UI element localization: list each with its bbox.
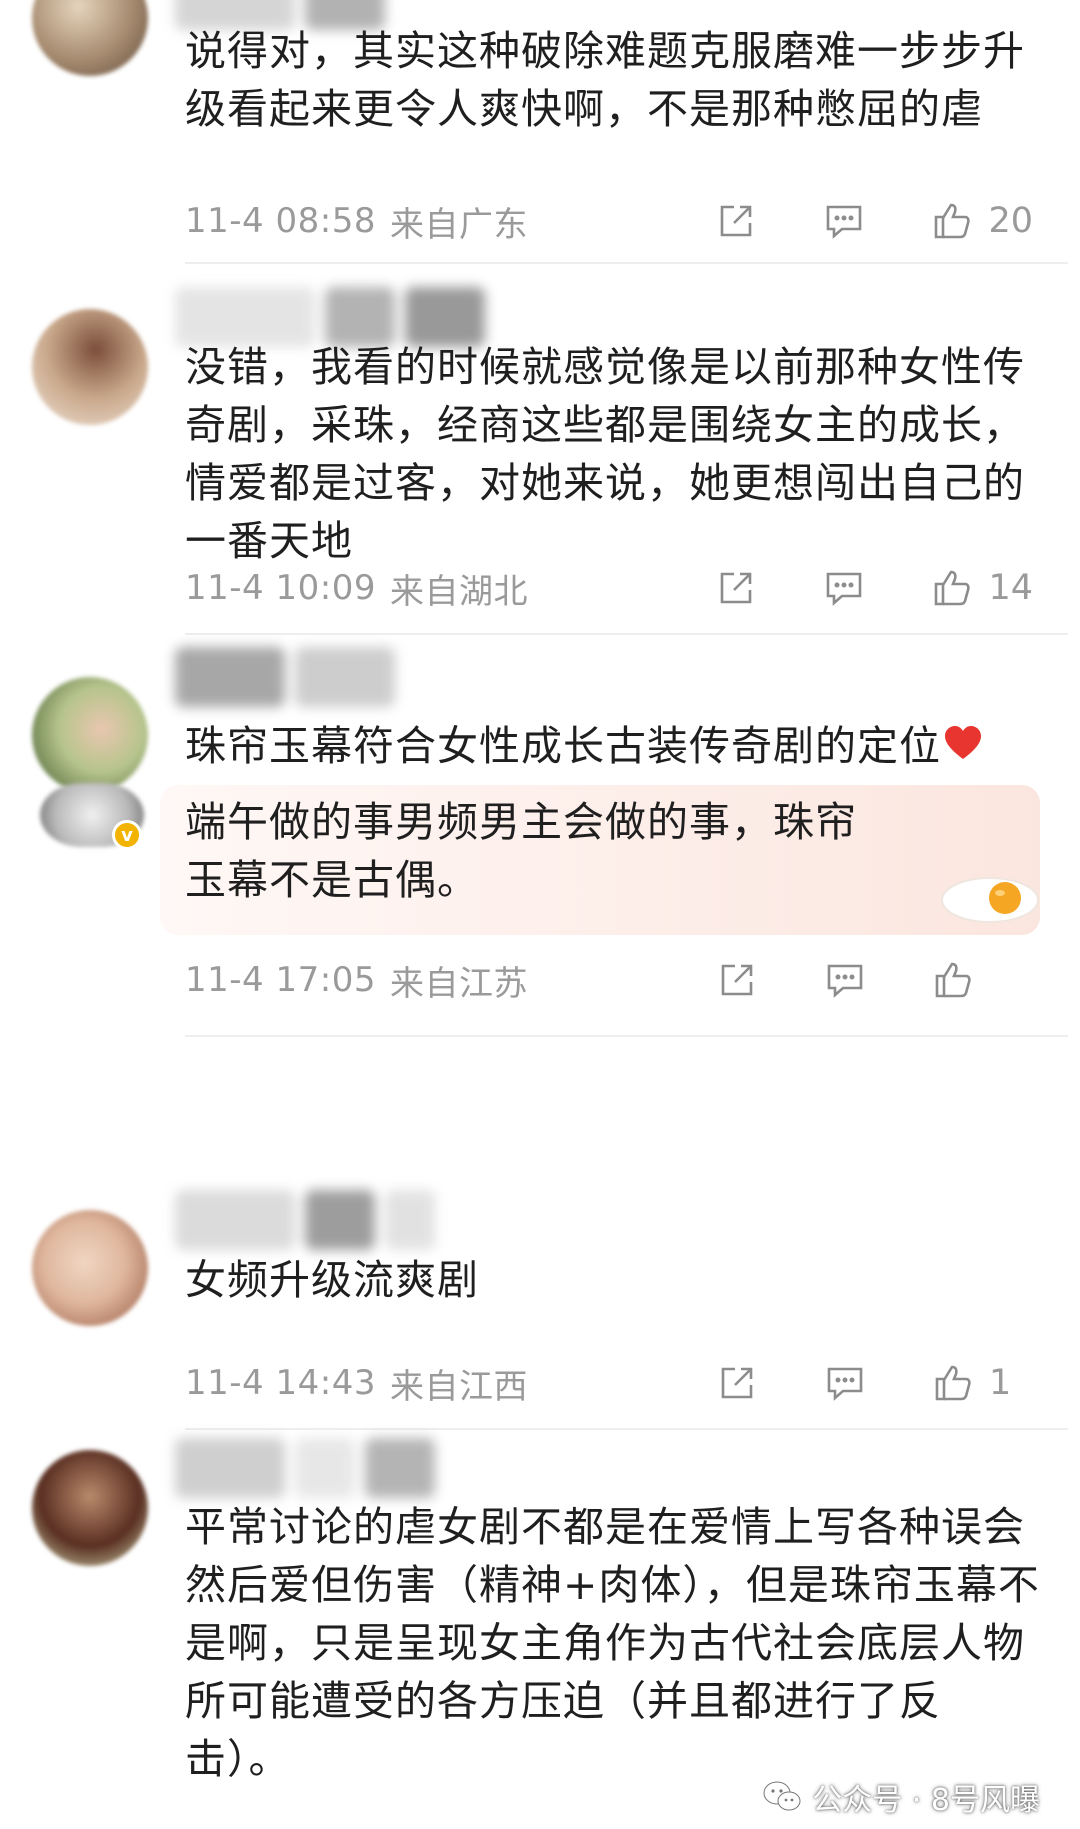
comment-item: 女频升级流爽剧 11-4 14:43 来自江西 1 (0, 1040, 1080, 1430)
thumbs-up-icon (935, 570, 971, 606)
comment-meta: 11-4 17:05 来自江苏 (185, 955, 1045, 1005)
reply-text: 端午做的事男频男主会做的事，珠帘玉幕不是古偶。 (185, 798, 857, 904)
comment-meta: 11-4 08:58 来自广东 20 (185, 196, 1045, 246)
share-button[interactable] (715, 1361, 759, 1405)
comment-meta: 11-4 10:09 来自湖北 14 (185, 563, 1045, 613)
comment-location: 来自江苏 (389, 963, 528, 1004)
avatar[interactable] (32, 309, 148, 425)
share-icon (721, 1367, 753, 1399)
comment-time: 11-4 14:43 (185, 1363, 376, 1403)
comment-location: 来自江西 (389, 1366, 528, 1407)
thumbs-up-icon (935, 1365, 971, 1401)
comment-actions: 20 (650, 196, 1033, 246)
like-button[interactable]: 1 (931, 1361, 1033, 1405)
reply-button[interactable] (822, 566, 866, 610)
share-icon (721, 964, 753, 996)
thumbs-up-icon (935, 203, 971, 239)
like-button[interactable] (931, 958, 1033, 1002)
username-blurred[interactable] (175, 1438, 435, 1498)
avatar[interactable] (32, 1210, 148, 1326)
like-count: 1 (989, 1363, 1012, 1403)
avatar[interactable] (32, 677, 148, 793)
comment-text: 平常讨论的虐女剧不都是在爱情上写各种误会然后爱但伤害（精神+肉体），但是珠帘玉幕… (185, 1503, 1040, 1783)
comment-text: 没错，我看的时候就感觉像是以前那种女性传奇剧，采珠，经商这些都是围绕女主的成长，… (185, 343, 1025, 565)
comment-actions: 14 (650, 563, 1033, 613)
like-count: 14 (988, 568, 1033, 608)
reply-button[interactable] (822, 199, 866, 243)
comment-location: 来自广东 (389, 204, 528, 245)
comment-icon (827, 1367, 863, 1401)
comment-location: 来自湖北 (389, 571, 528, 612)
comment-time: 11-4 08:58 (185, 201, 376, 241)
like-button[interactable]: 20 (930, 199, 1033, 243)
username-blurred[interactable] (175, 1190, 435, 1250)
divider (185, 1035, 1068, 1037)
comment-icon (827, 964, 863, 998)
share-icon (721, 572, 752, 604)
comment-icon (827, 572, 862, 606)
heart-icon (945, 726, 981, 759)
comment-icon (827, 205, 862, 239)
comment-actions (651, 955, 1033, 1005)
wechat-icon (763, 1781, 801, 1811)
egg-sticker-icon (941, 877, 1039, 923)
reply-button[interactable] (823, 958, 867, 1002)
comment-item: 平常讨论的虐女剧不都是在爱情上写各种误会然后爱但伤害（精神+肉体），但是珠帘玉幕… (0, 1430, 1080, 1829)
avatar[interactable] (32, 1450, 148, 1566)
share-button[interactable] (714, 199, 758, 243)
like-button[interactable]: 14 (930, 566, 1033, 610)
comment-text: 珠帘玉幕符合女性成长古装传奇剧的定位 (185, 717, 1045, 775)
comment-time: 11-4 17:05 (185, 960, 376, 1000)
comment-text: 女频升级流爽剧 (185, 1256, 479, 1304)
share-button[interactable] (715, 958, 759, 1002)
comment-meta: 11-4 14:43 来自江西 1 (185, 1358, 1045, 1408)
divider (185, 262, 1068, 264)
comment-item: 没错，我看的时候就感觉像是以前那种女性传奇剧，采珠，经商这些都是围绕女主的成长，… (0, 265, 1080, 635)
watermark-label: 公众号 · 8号风曝 (812, 1783, 1040, 1818)
comment-feed: 说得对，其实这种破除难题克服磨难一步步升级看起来更令人爽快啊，不是那种憋屈的虐 … (0, 0, 1080, 1829)
like-count: 20 (988, 201, 1033, 241)
comment-time: 11-4 10:09 (185, 568, 376, 608)
verified-badge-icon: v (112, 820, 142, 850)
avatar[interactable] (32, 0, 148, 76)
reply-button[interactable] (823, 1361, 867, 1405)
comment-item: 说得对，其实这种破除难题克服磨难一步步升级看起来更令人爽快啊，不是那种憋屈的虐 … (0, 0, 1080, 265)
comment-text-content: 珠帘玉幕符合女性成长古装传奇剧的定位 (185, 722, 941, 770)
watermark: 公众号 · 8号风曝 (762, 1775, 1040, 1819)
share-button[interactable] (714, 566, 758, 610)
thumbs-up-icon (935, 962, 971, 998)
share-icon (721, 205, 752, 237)
username-blurred[interactable] (175, 647, 405, 707)
comment-text: 说得对，其实这种破除难题克服磨难一步步升级看起来更令人爽快啊，不是那种憋屈的虐 (185, 27, 1025, 133)
comment-actions: 1 (651, 1358, 1033, 1408)
